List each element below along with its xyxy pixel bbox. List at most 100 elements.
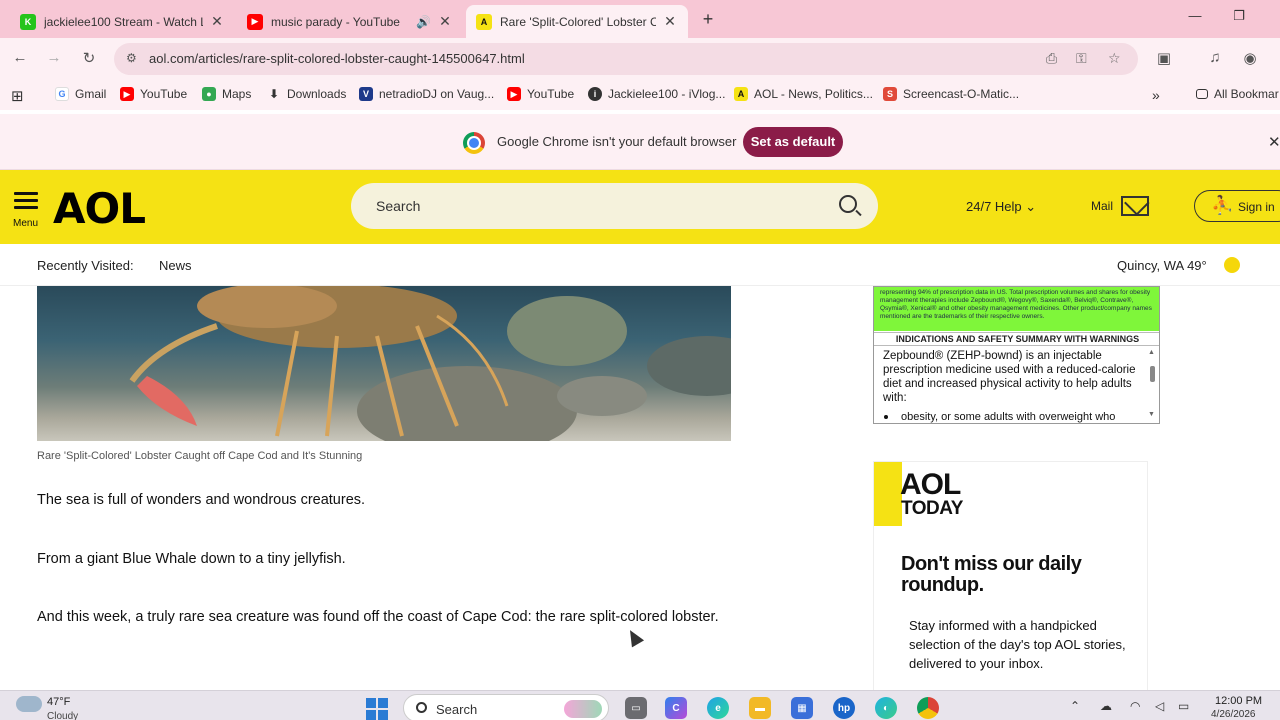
chrome-taskbar-icon[interactable] [917,697,939,719]
bookmark-downloads[interactable]: ⬇ Downloads [267,87,346,101]
clock-time[interactable]: 12:00 PM [1215,695,1262,707]
ad-scrollbar[interactable]: ▲ ▼ [1148,349,1158,421]
wifi-icon[interactable]: ◠ [1130,699,1140,713]
bookmark-label: YouTube [527,87,575,101]
app-icon[interactable]: ◐ [875,697,897,719]
chevron-down-icon: ⌄ [1025,199,1037,214]
folder-icon [1196,89,1208,99]
bookmark-gmail[interactable]: G Gmail [55,87,106,101]
install-app-icon[interactable]: ⎙ [1046,50,1057,67]
password-key-icon[interactable]: ⚿ [1076,50,1087,67]
forward-icon[interactable]: → [44,49,64,66]
address-bar[interactable]: ⚙ aol.com/articles/rare-split-colored-lo… [114,43,1138,75]
aol-logo[interactable]: AOL [53,184,146,233]
site-settings-icon[interactable]: ⚙ [126,51,137,65]
mail-link[interactable]: Mail [1091,199,1113,213]
weather-widget[interactable]: Quincy, WA 49° [1117,258,1207,273]
scroll-thumb[interactable] [1150,366,1155,382]
tab-music-parady[interactable]: ▶ music parady - YouTube 🔊 ✕ [237,5,463,38]
tab-title: jackielee100 Stream - Watch Liv [44,14,203,29]
recently-visited-news-link[interactable]: News [159,258,192,273]
search-input[interactable]: Search [351,183,878,229]
taskbar-search-label: Search [436,702,478,717]
bookmark-youtube[interactable]: ▶ YouTube [120,87,187,101]
bookmarks-overflow-icon[interactable]: » [1152,87,1160,103]
back-icon[interactable]: ← [10,49,30,66]
bookmark-maps[interactable]: ● Maps [202,87,251,101]
screencast-icon: S [883,87,897,101]
bookmark-star-icon[interactable]: ☆ [1108,50,1121,67]
network-app-icon[interactable]: ☁ [1100,699,1112,713]
taskbar-condition[interactable]: Cloudy [47,711,78,720]
bullet-icon [884,415,888,419]
browser-toolbar: ← → ↻ ⚙ aol.com/articles/rare-split-colo… [0,38,1280,80]
media-control-icon[interactable]: ♫ [1205,49,1225,66]
side-panel-icon[interactable]: ▣ [1154,49,1174,67]
restore-icon[interactable]: ❐ [1229,8,1249,24]
infobar-message: Google Chrome isn't your default browser [497,134,737,149]
windows-start-icon[interactable] [366,698,388,720]
windows-taskbar: 47°F Cloudy Search ▭ C e ▬ ▦ hp ◐ ⌃ ☁ ◠ … [0,690,1280,720]
bookmark-label: Downloads [287,87,347,101]
tab-aol-lobster[interactable]: A Rare 'Split-Colored' Lobster Cau ✕ [466,5,688,38]
sign-in-button[interactable]: ⛹ Sign in [1194,190,1280,222]
search-placeholder: Search [376,198,421,214]
article-paragraph: The sea is full of wonders and wondrous … [37,492,366,508]
store-icon[interactable]: ▦ [791,697,813,719]
ad-fine-print: representing 94% of prescription data in… [874,287,1159,331]
close-infobar-icon[interactable]: ✕ [1268,133,1280,151]
apps-grid-icon[interactable]: ⊞ [11,87,24,105]
hp-icon[interactable]: hp [833,697,855,719]
aol-today-card[interactable]: AOL TODAY Don't miss our daily roundup. … [873,461,1148,691]
youtube-icon: ▶ [507,87,521,101]
scroll-down-icon[interactable]: ▼ [1148,411,1155,418]
bookmark-aol[interactable]: A AOL - News, Politics... [734,87,873,101]
bookmark-label: Maps [222,87,252,101]
mail-icon[interactable] [1121,196,1149,216]
task-view-icon[interactable]: ▭ [625,697,647,719]
speaker-icon[interactable]: 🔊 [416,15,431,29]
search-icon[interactable] [839,195,857,213]
menu-button[interactable]: Menu [13,192,38,229]
close-tab-icon[interactable]: ✕ [662,13,678,30]
bookmarks-bar: ⊞ G Gmail ▶ YouTube ● Maps ⬇ Downloads V… [0,80,1280,110]
bookmark-label: netradioDJ on Vaug... [379,87,495,101]
close-tab-icon[interactable]: ✕ [437,13,453,30]
clock-date[interactable]: 4/26/2026 [1211,709,1256,720]
bookmark-youtube-2[interactable]: ▶ YouTube [507,87,574,101]
bookmark-screencast[interactable]: S Screencast-O-Matic... [883,87,1019,101]
url-text[interactable]: aol.com/articles/rare-split-colored-lobs… [149,51,525,66]
aol-today-logo: AOL TODAY [874,462,976,526]
close-tab-icon[interactable]: ✕ [209,13,225,30]
tab-title: music parady - YouTube [271,14,400,29]
scroll-up-icon[interactable]: ▲ [1148,349,1155,356]
minimize-icon[interactable]: — [1185,8,1205,23]
bookmark-netradiodj[interactable]: V netradioDJ on Vaug... [359,87,494,101]
cloud-icon[interactable] [16,696,42,712]
menu-label: Menu [13,218,39,229]
ivlog-icon: i [588,87,602,101]
aol-today-description: Stay informed with a handpicked selectio… [909,618,1126,671]
aol-today-headline: Don't miss our daily roundup. [901,553,1082,596]
bookmark-ivlog[interactable]: i Jackielee100 - iVlog... [588,87,725,101]
reload-icon[interactable]: ↻ [79,49,99,67]
set-as-default-button[interactable]: Set as default [743,127,843,157]
hamburger-icon [14,192,38,195]
copilot-icon[interactable]: C [665,697,687,719]
new-tab-button[interactable]: + [698,9,718,29]
taskbar-search[interactable]: Search [403,694,609,720]
volume-icon[interactable]: ◁ [1155,699,1164,713]
help-dropdown[interactable]: 24/7 Help ⌄ [966,199,1036,215]
tray-overflow-icon[interactable]: ⌃ [1070,699,1080,713]
taskbar-temperature[interactable]: 47°F [47,696,70,708]
tab-jackielee-stream[interactable]: K jackielee100 Stream - Watch Liv ✕ [10,5,235,38]
aol-header: Menu AOL Search 24/7 Help ⌄ Mail ⛹ Sign … [0,170,1280,244]
all-bookmarks[interactable]: All Bookmar [1196,87,1279,101]
profile-icon[interactable]: ◉ [1240,49,1260,67]
bookmark-label: Screencast-O-Matic... [903,87,1020,101]
edge-icon[interactable]: e [707,697,729,719]
file-explorer-icon[interactable]: ▬ [749,697,771,719]
zepbound-ad[interactable]: representing 94% of prescription data in… [873,286,1160,424]
battery-icon[interactable]: ▭ [1178,699,1189,713]
lobster-illustration [129,286,509,437]
